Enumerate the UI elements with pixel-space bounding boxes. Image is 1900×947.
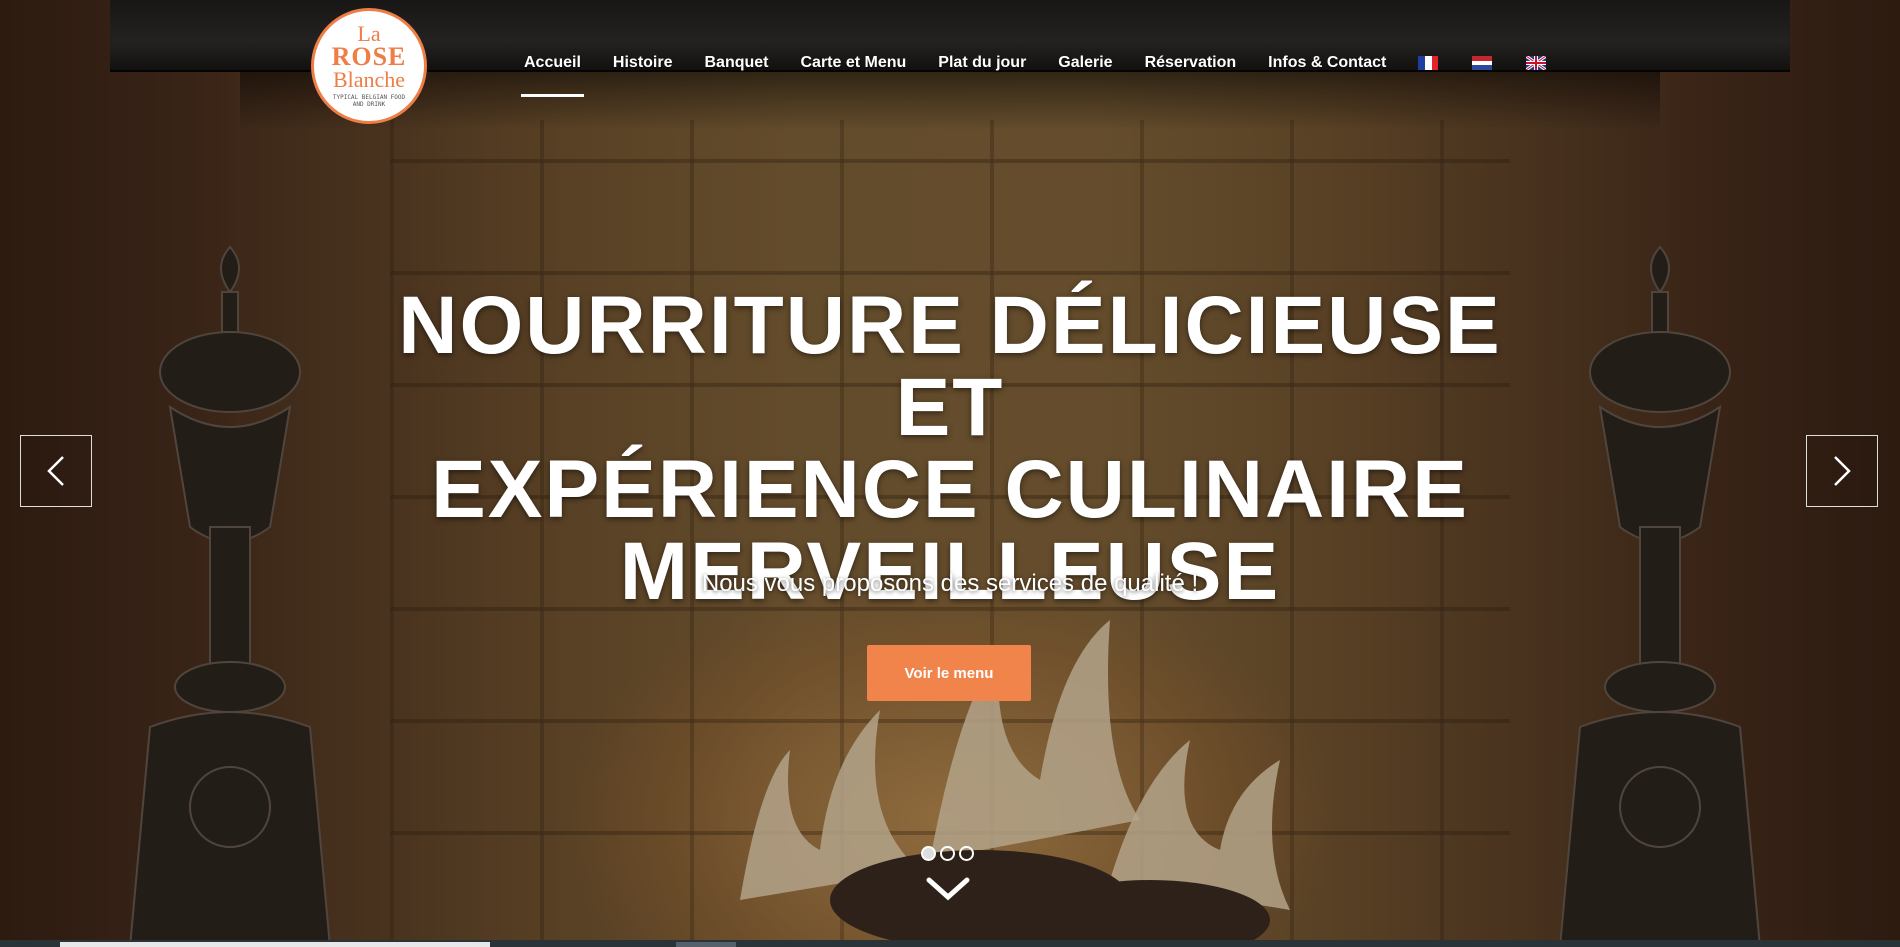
slider-prev-button[interactable] (20, 435, 92, 507)
slider-dots (921, 846, 978, 861)
nav-item-infos-contact[interactable]: Infos & Contact (1268, 54, 1386, 72)
nav-item-carte-et-menu[interactable]: Carte et Menu (801, 54, 907, 72)
logo-text-blanche: Blanche (332, 66, 406, 92)
bottom-scrollbar[interactable] (0, 940, 1900, 947)
site-logo[interactable]: La ROSE Blanche TYPICAL BELGIAN FOOD AND… (311, 8, 427, 124)
slider-next-button[interactable] (1806, 435, 1878, 507)
chevron-right-icon (1834, 456, 1851, 486)
nav-item-banquet[interactable]: Banquet (705, 54, 769, 72)
slider-dot-2[interactable] (940, 846, 955, 861)
chevron-down-icon[interactable] (925, 876, 971, 902)
hero-headline: NOURRITURE DÉLICIEUSE ET EXPÉRIENCE CULI… (350, 285, 1550, 613)
logo-text-rose: ROSE (331, 41, 407, 71)
flag-fr-icon[interactable] (1418, 56, 1439, 70)
hero-headline-line1: NOURRITURE DÉLICIEUSE ET (398, 280, 1502, 453)
logo-tagline: TYPICAL BELGIAN FOOD AND DRINK (332, 93, 406, 108)
view-menu-button[interactable]: Voir le menu (867, 645, 1031, 701)
slider-dot-1[interactable] (921, 846, 936, 861)
nav-item-reservation[interactable]: Réservation (1145, 54, 1237, 72)
scrollbar-marker (676, 942, 736, 947)
nav-item-plat-du-jour[interactable]: Plat du jour (938, 54, 1026, 72)
nav-item-histoire[interactable]: Histoire (613, 54, 673, 72)
hero-headline-line2: EXPÉRIENCE CULINAIRE (431, 444, 1469, 535)
main-navigation: Accueil Histoire Banquet Carte et Menu P… (521, 54, 1580, 97)
scrollbar-thumb[interactable] (60, 942, 490, 947)
flag-gb-icon[interactable] (1526, 56, 1547, 70)
nav-item-galerie[interactable]: Galerie (1058, 54, 1112, 72)
chevron-left-icon (47, 456, 64, 486)
nav-item-accueil[interactable]: Accueil (521, 54, 584, 97)
flag-nl-icon[interactable] (1472, 56, 1493, 70)
slider-dot-3[interactable] (959, 846, 974, 861)
hero-subline: Nous vous proposons des services de qual… (701, 570, 1199, 597)
